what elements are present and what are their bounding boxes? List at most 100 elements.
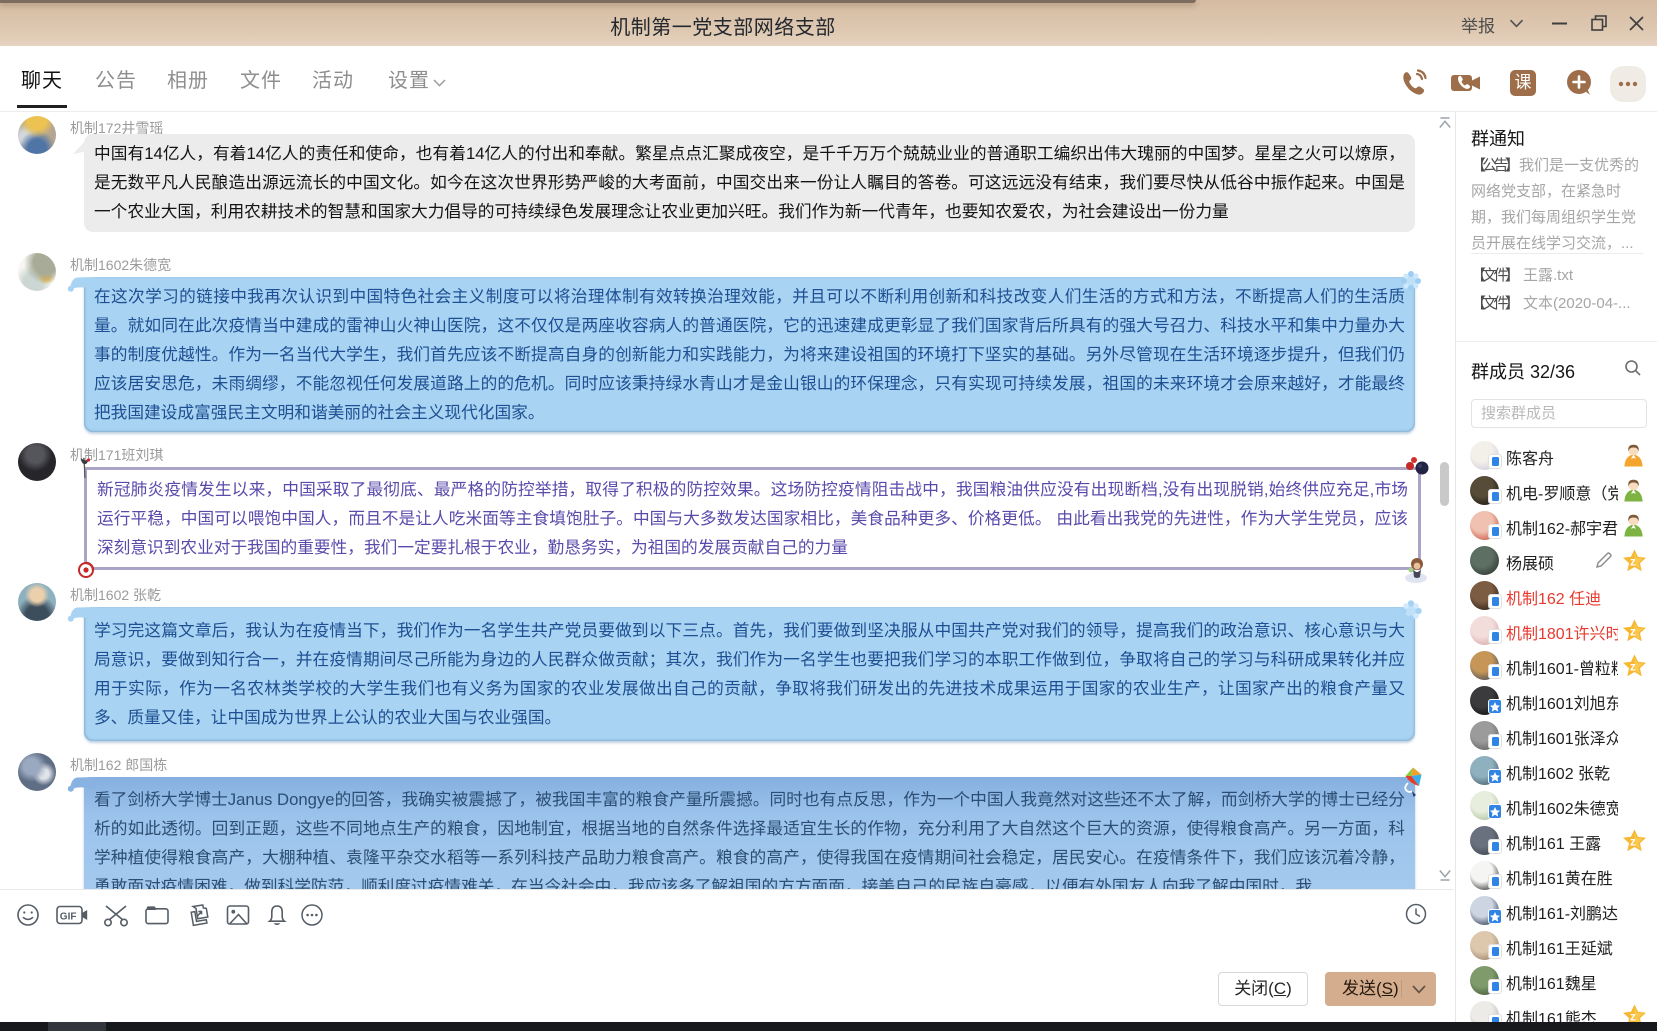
close-chat-button[interactable]: 关闭(C) (1218, 972, 1308, 1006)
sender-name: 机制1602朱德宽 (70, 255, 171, 275)
message-input[interactable] (0, 941, 1454, 971)
tab-bar: 聊天 公告 相册 文件 活动 设置 课 (0, 46, 1657, 112)
member-row[interactable]: 机制1801许兴时 z (1456, 613, 1657, 648)
message-bubble[interactable]: 中国有14亿人，有着14亿人的责任和使命，也有着14亿人的付出和奉献。繁星点点汇… (84, 134, 1415, 232)
member-row[interactable]: 机制162 任迪 (1456, 578, 1657, 613)
tab-files[interactable]: 文件 (240, 46, 282, 111)
search-icon[interactable] (1624, 359, 1642, 382)
member-name: 机制161黄在胜 (1506, 865, 1613, 889)
member-name: 机制1601张泽众 (1506, 725, 1618, 749)
vip-star-icon: z (1622, 1004, 1647, 1022)
member-row[interactable]: 机制1601张泽众 (1456, 718, 1657, 753)
vip-star-icon: z (1622, 829, 1647, 858)
member-name: 机制1601-曾粒粒 (1506, 655, 1618, 679)
avatar[interactable] (18, 116, 56, 154)
add-icon[interactable] (1564, 68, 1594, 103)
tab-chat[interactable]: 聊天 (21, 46, 63, 111)
tab-announcement[interactable]: 公告 (95, 46, 137, 111)
member-name: 杨展硕 (1506, 550, 1554, 574)
file-send-icon[interactable] (185, 903, 213, 935)
file-item[interactable]: 【文件】文本(2020-04-... (1471, 292, 1631, 313)
emoji-icon[interactable] (16, 903, 40, 932)
svg-text:z: z (1630, 662, 1636, 674)
mobile-online-badge (1488, 734, 1502, 749)
message-bubble[interactable]: 学习完这篇文章后，我认为在疫情当下，我们作为一名学生共产党员要做到以下三点。首先… (84, 607, 1415, 741)
avatar[interactable] (18, 583, 56, 621)
svg-text:z: z (1630, 627, 1636, 639)
collapse-top-icon[interactable] (1437, 115, 1453, 135)
message-list[interactable]: 机制172井雪瑶中国有14亿人，有着14亿人的责任和使命，也有着14亿人的付出和… (0, 112, 1454, 889)
member-row[interactable]: 机制162-郝宇君 (1456, 508, 1657, 543)
file-item[interactable]: 【文件】王露.txt (1471, 264, 1573, 285)
member-search-input[interactable]: 搜索群成员 (1471, 399, 1647, 428)
avatar[interactable] (18, 253, 56, 291)
folder-icon[interactable] (144, 903, 170, 932)
star-online-badge (1488, 804, 1502, 819)
member-row[interactable]: 机制1601-曾粒粒 z (1456, 648, 1657, 683)
chat-scrollbar[interactable] (1440, 462, 1449, 506)
class-icon[interactable]: 课 (1510, 70, 1536, 96)
member-name: 机制1602 张乾 (1506, 760, 1610, 784)
member-row[interactable]: 机制1601刘旭东 (1456, 683, 1657, 718)
minimize-button[interactable] (1549, 0, 1569, 46)
member-row[interactable]: 机制161 王露z (1456, 823, 1657, 858)
shake-icon[interactable] (265, 903, 289, 932)
message-bubble[interactable]: 看了剑桥大学博士Janus Dongye的回答，我确实被震撼了，被我国丰富的粮食… (84, 777, 1415, 889)
chat-column: 机制172井雪瑶中国有14亿人，有着14亿人的责任和使命，也有着14亿人的付出和… (0, 112, 1455, 1022)
group-announcement[interactable]: 【公告】我们是一支优秀的网络党支部，在紧急时期，我们每周组织学生党员开展在线学习… (1471, 153, 1643, 257)
member-row[interactable]: 机制161魏星 (1456, 963, 1657, 998)
message-bubble[interactable]: 新冠肺炎疫情发生以来，中国采取了最彻底、最严格的防控举措，取得了积极的防控效果。… (84, 467, 1421, 570)
close-button[interactable] (1626, 0, 1646, 46)
mobile-online-badge (1488, 454, 1502, 469)
message-bubble[interactable]: 在这次学习的链接中我再次认识到中国特色社会主义制度可以将治理体制有效转换治理效能… (84, 277, 1415, 432)
star-online-badge (1488, 699, 1502, 714)
composer-buttons: 关闭(C) 发送(S) (0, 972, 1454, 1012)
member-row[interactable]: 陈客舟 (1456, 438, 1657, 473)
sidebar: 群通知 【公告】我们是一支优秀的网络党支部，在紧急时期，我们每周组织学生党员开展… (1456, 112, 1657, 1022)
report-button[interactable]: 举报 (1461, 12, 1495, 37)
avatar[interactable] (18, 753, 56, 791)
settings-dropdown-icon[interactable] (433, 74, 446, 92)
send-options-icon[interactable] (1412, 985, 1426, 994)
mobile-online-badge (1488, 489, 1502, 504)
members-count: 32/36 (1530, 362, 1575, 382)
owner-icon (1622, 443, 1645, 472)
collapse-bottom-icon[interactable] (1437, 868, 1453, 888)
send-button[interactable]: 发送(S) (1325, 972, 1436, 1006)
svg-text:z: z (1630, 557, 1636, 569)
vip-star-icon: z (1622, 654, 1647, 683)
member-name: 机制1801许兴时 (1506, 620, 1618, 644)
gif-icon[interactable]: GIF (56, 903, 88, 932)
sender-name: 机制162 郎国栋 (70, 755, 167, 775)
more-icon[interactable] (1610, 66, 1646, 107)
message-text: 中国有14亿人，有着14亿人的责任和使命，也有着14亿人的付出和奉献。繁星点点汇… (94, 144, 1405, 221)
message-history-icon[interactable] (1405, 903, 1427, 930)
mobile-online-badge (1488, 839, 1502, 854)
member-row[interactable]: 机制1602朱德宽 (1456, 788, 1657, 823)
member-row[interactable]: 杨展硕 z (1456, 543, 1657, 578)
restore-button[interactable] (1589, 0, 1609, 46)
member-row[interactable]: 机制1602 张乾 (1456, 753, 1657, 788)
member-avatar[interactable] (1470, 546, 1499, 575)
member-row[interactable]: 机电-罗顺意（党 (1456, 473, 1657, 508)
avatar[interactable] (18, 443, 56, 481)
tab-activity[interactable]: 活动 (312, 46, 354, 111)
tab-album[interactable]: 相册 (167, 46, 209, 111)
more-icon[interactable] (300, 903, 324, 932)
mobile-online-badge (1488, 1014, 1502, 1022)
admin-icon (1622, 478, 1645, 507)
tab-settings[interactable]: 设置 (388, 46, 430, 111)
member-row[interactable]: 机制161-刘鹏达 (1456, 893, 1657, 928)
screenshot-icon[interactable] (103, 903, 129, 932)
video-call-icon[interactable] (1450, 68, 1482, 103)
image-icon[interactable] (225, 903, 251, 932)
report-dropdown-icon[interactable] (1505, 0, 1527, 46)
qq-group-chat-window: 机制第一党支部网络支部 举报 聊天 公告 相册 文件 活动 设置 课 (0, 0, 1657, 1031)
member-row[interactable]: 机制161黄在胜 (1456, 858, 1657, 893)
member-row[interactable]: 机制161熊杰z (1456, 998, 1657, 1022)
title-bar: 机制第一党支部网络支部 举报 (0, 0, 1657, 46)
member-row[interactable]: 机制161王延斌 (1456, 928, 1657, 963)
svg-text:z: z (1630, 837, 1636, 849)
member-name: 机制161-刘鹏达 (1506, 900, 1618, 924)
voice-call-icon[interactable] (1398, 68, 1428, 103)
